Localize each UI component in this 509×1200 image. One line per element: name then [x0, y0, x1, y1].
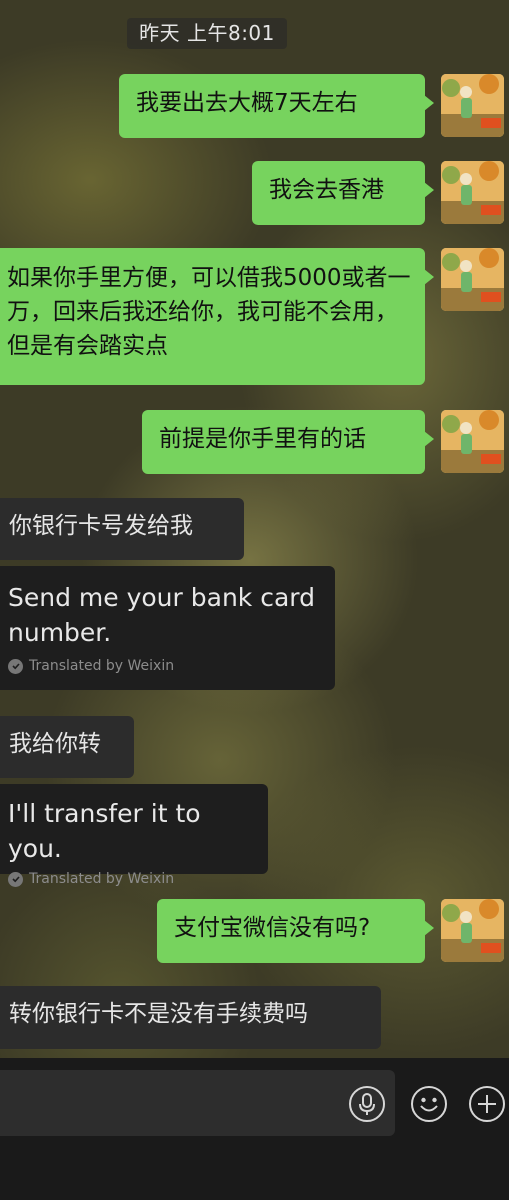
message-outgoing[interactable]: 如果你手里方便，可以借我5000或者一万，回来后我还给你，我可能不会用，但是有会… [0, 248, 434, 385]
translation-note-label: Translated by Weixin [29, 658, 175, 674]
message-incoming[interactable]: 转你银行卡不是没有手续费吗 [0, 986, 381, 1049]
message-text: 前提是你手里有的话 [159, 426, 366, 452]
message-incoming[interactable]: 我给你转 [0, 716, 134, 778]
message-text: 我会去香港 [269, 177, 384, 203]
translation-note: Translated by Weixin [8, 871, 259, 887]
emoji-icon[interactable] [410, 1085, 448, 1123]
message-outgoing[interactable]: 前提是你手里有的话 [142, 410, 434, 474]
translation-text: I'll transfer it to you. [8, 799, 201, 863]
translation-note-label: Translated by Weixin [29, 871, 175, 887]
message-text: 我要出去大概7天左右 [136, 90, 358, 116]
timestamp: 昨天 上午8:01 [127, 18, 287, 49]
translation-note: Translated by Weixin [8, 658, 326, 674]
message-text: 支付宝微信没有吗? [174, 915, 371, 941]
translation-text: Send me your bank card number. [8, 583, 315, 647]
voice-input-icon[interactable] [348, 1085, 386, 1123]
input-bar [0, 1058, 509, 1200]
message-outgoing[interactable]: 我会去香港 [252, 161, 434, 225]
avatar[interactable] [441, 248, 504, 311]
message-outgoing[interactable]: 我要出去大概7天左右 [119, 74, 434, 138]
translation-bubble[interactable]: Send me your bank card number. Translate… [0, 566, 335, 690]
checkmark-icon [8, 658, 23, 674]
plus-icon[interactable] [468, 1085, 506, 1123]
message-text: 如果你手里方便，可以借我5000或者一万，回来后我还给你，我可能不会用，但是有会… [7, 265, 411, 359]
message-incoming[interactable]: 你银行卡号发给我 [0, 498, 244, 560]
message-text: 转你银行卡不是没有手续费吗 [9, 1001, 308, 1027]
avatar[interactable] [441, 74, 504, 137]
message-text: 我给你转 [9, 731, 101, 757]
message-input[interactable] [0, 1070, 395, 1136]
checkmark-icon [8, 871, 23, 887]
avatar[interactable] [441, 410, 504, 473]
avatar[interactable] [441, 161, 504, 224]
message-text: 你银行卡号发给我 [9, 513, 193, 539]
translation-bubble[interactable]: I'll transfer it to you. Translated by W… [0, 784, 268, 887]
message-outgoing[interactable]: 支付宝微信没有吗? [157, 899, 434, 963]
avatar[interactable] [441, 899, 504, 962]
